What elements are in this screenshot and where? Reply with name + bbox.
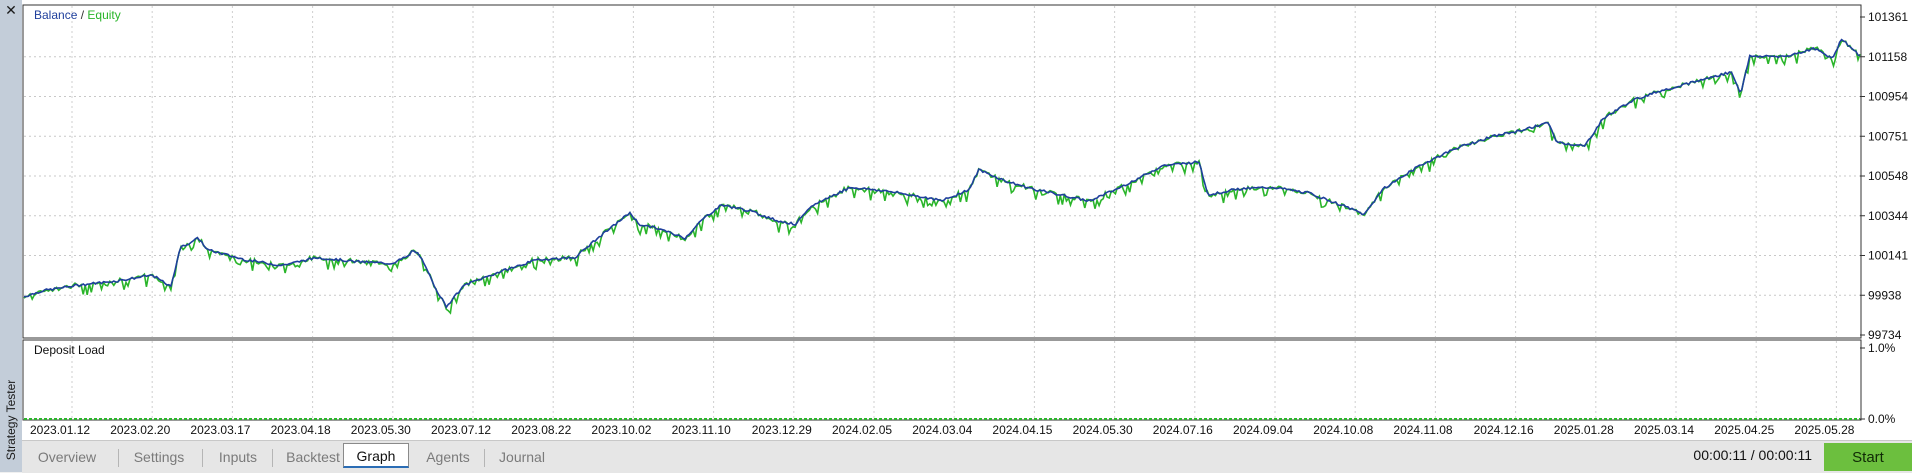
tab-overview[interactable]: Overview [32,445,102,469]
tab-agents[interactable]: Agents [416,445,480,469]
y-tick-label: 100344 [1868,209,1908,223]
x-tick-label: 2023.02.20 [110,423,170,437]
y-tick-label: 100141 [1868,249,1908,263]
tab-journal[interactable]: Journal [490,445,554,469]
y-tick-label: 101361 [1868,10,1908,24]
y-tick-label: 99938 [1868,288,1902,302]
legend-balance: Balance [34,8,78,22]
x-tick-label: 2024.11.08 [1393,423,1452,437]
y-tick-label: 101158 [1868,50,1907,64]
x-tick-label: 2025.01.28 [1554,423,1614,437]
deposit-load-frame [22,339,1862,421]
start-button[interactable]: Start [1824,443,1912,471]
x-tick-label: 2025.04.25 [1714,423,1774,437]
deposit-load-y-axis: 1.0% 0.0% [1860,341,1896,426]
x-tick-label: 2023.11.10 [672,423,731,437]
y-tick-label: 100751 [1868,129,1908,143]
x-tick-label: 2023.07.12 [431,423,491,437]
tab-divider [202,449,203,467]
y-tick-label: 0.0% [1868,412,1896,426]
legend-equity: Equity [87,8,120,22]
deposit-load-title: Deposit Load [34,343,105,357]
x-tick-label: 2024.04.15 [992,423,1052,437]
y-tick-label: 1.0% [1868,341,1896,355]
elapsed-time: 00:00:11 / 00:00:11 [1693,447,1812,463]
x-tick-label: 2023.04.18 [271,423,331,437]
date-x-axis: 2023.01.12 2023.02.20 2023.03.17 2023.04.18… [30,423,1855,437]
x-tick-label: 2023.12.29 [752,423,812,437]
tab-divider [118,449,119,467]
y-tick-label: 100548 [1868,169,1908,183]
x-tick-label: 2023.01.12 [30,423,90,437]
side-strip: ✕ Strategy Tester [0,0,23,472]
x-tick-label: 2024.02.05 [832,423,892,437]
y-tick-label: 99734 [1868,328,1902,342]
x-tick-label: 2024.07.16 [1153,423,1213,437]
x-tick-label: 2024.09.04 [1233,423,1293,437]
x-tick-label: 2025.05.28 [1794,423,1854,437]
tab-graph[interactable]: Graph [343,443,409,468]
graph-svg: 101361 101158 100954 100751 100548 100344 1001… [22,4,1908,437]
panel-title-text: Strategy Tester [4,379,18,461]
tab-settings[interactable]: Settings [124,445,194,469]
y-tick-label: 100954 [1868,90,1908,104]
balance-y-axis: 101361 101158 100954 100751 100548 100344 1001… [1860,10,1908,342]
tab-inputs[interactable]: Inputs [210,445,266,469]
tab-divider [484,449,485,467]
balance-chart-frame [22,4,1862,339]
chart-legend: Balance / Equity [34,8,121,22]
x-tick-label: 2025.03.14 [1634,423,1694,437]
x-tick-label: 2024.05.30 [1073,423,1133,437]
tab-backtest[interactable]: Backtest [278,445,348,469]
tab-divider [272,449,273,467]
legend-separator: / [81,8,88,22]
chart-panel: 101361 101158 100954 100751 100548 100344 1001… [22,0,1912,440]
x-tick-label: 2023.05.30 [351,423,411,437]
close-icon[interactable]: ✕ [3,2,19,18]
tab-bar: Overview Settings Inputs Backtest Graph … [22,440,1912,473]
x-tick-label: 2024.10.08 [1313,423,1373,437]
x-tick-label: 2023.08.22 [511,423,571,437]
x-tick-label: 2024.12.16 [1474,423,1534,437]
x-tick-label: 2023.03.17 [190,423,250,437]
x-tick-label: 2024.03.04 [912,423,972,437]
x-tick-label: 2023.10.02 [591,423,651,437]
panel-title: Strategy Tester [2,370,20,470]
